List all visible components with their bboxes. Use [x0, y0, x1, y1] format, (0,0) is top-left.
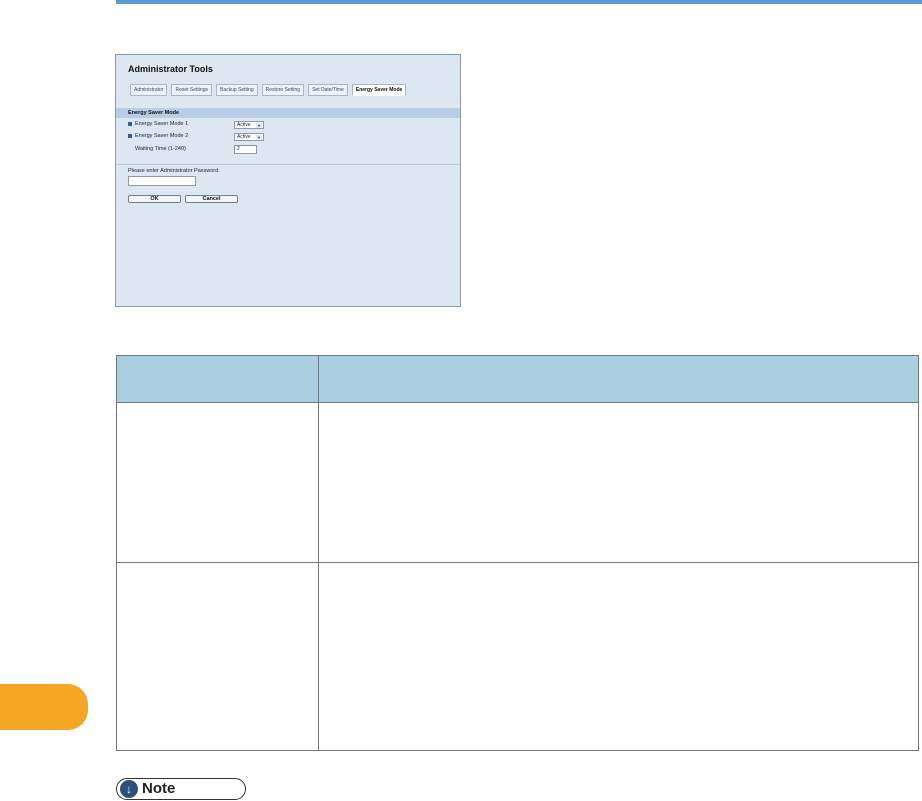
table-header	[117, 356, 918, 403]
energy-saver-mode-2-row: Energy Saver Mode 2	[128, 133, 188, 139]
settings-table	[116, 355, 919, 751]
note-badge: ↓ Note	[116, 778, 246, 800]
section-header: Energy Saver Mode	[116, 108, 460, 118]
chapter-tab	[0, 684, 88, 730]
waiting-time-row: Waiting Time (1-240)	[135, 146, 186, 152]
tab-set-date-time[interactable]: Set Date/Time	[308, 84, 348, 96]
password-prompt-row: Please enter Administrator Password.	[128, 168, 220, 174]
bullet-icon	[128, 122, 132, 126]
ok-button[interactable]: OK	[128, 195, 181, 203]
chevron-down-icon: ▼	[256, 123, 262, 128]
table-row-divider	[117, 562, 918, 563]
tab-administrator[interactable]: Administrator	[130, 84, 168, 96]
tab-restore-setting[interactable]: Restore Setting	[261, 84, 305, 96]
cancel-button[interactable]: Cancel	[185, 195, 238, 203]
energy-saver-mode-2-select[interactable]: Active ▼	[234, 133, 264, 141]
energy-saver-mode-1-value: Active	[237, 122, 251, 128]
note-label: Note	[142, 780, 176, 797]
divider	[116, 164, 460, 165]
password-input[interactable]	[128, 176, 196, 186]
administrator-tools-screenshot: Administrator Tools Administrator Reset …	[115, 54, 461, 307]
down-arrow-icon: ↓	[120, 780, 138, 798]
tab-backup-setting[interactable]: Backup Setting	[215, 84, 258, 96]
tab-reset-settings[interactable]: Reset Settings	[171, 84, 212, 96]
screenshot-title: Administrator Tools	[128, 64, 213, 74]
tab-energy-saver-mode[interactable]: Energy Saver Mode	[351, 84, 407, 96]
waiting-time-input[interactable]: 2	[234, 145, 257, 154]
chevron-down-icon: ▼	[256, 135, 262, 140]
password-prompt: Please enter Administrator Password.	[128, 168, 220, 174]
header-rule	[116, 0, 922, 4]
energy-saver-mode-2-label: Energy Saver Mode 2	[135, 133, 189, 139]
table-column-divider	[318, 356, 319, 750]
energy-saver-mode-2-value: Active	[237, 134, 251, 140]
waiting-time-label: Waiting Time (1-240)	[135, 146, 186, 152]
section-title: Energy Saver Mode	[128, 110, 180, 116]
bullet-icon	[128, 134, 132, 138]
energy-saver-mode-1-select[interactable]: Active ▼	[234, 121, 264, 129]
energy-saver-mode-1-label: Energy Saver Mode 1	[135, 121, 189, 127]
energy-saver-mode-1-row: Energy Saver Mode 1	[128, 121, 188, 127]
tab-bar: Administrator Reset Settings Backup Sett…	[130, 84, 407, 96]
